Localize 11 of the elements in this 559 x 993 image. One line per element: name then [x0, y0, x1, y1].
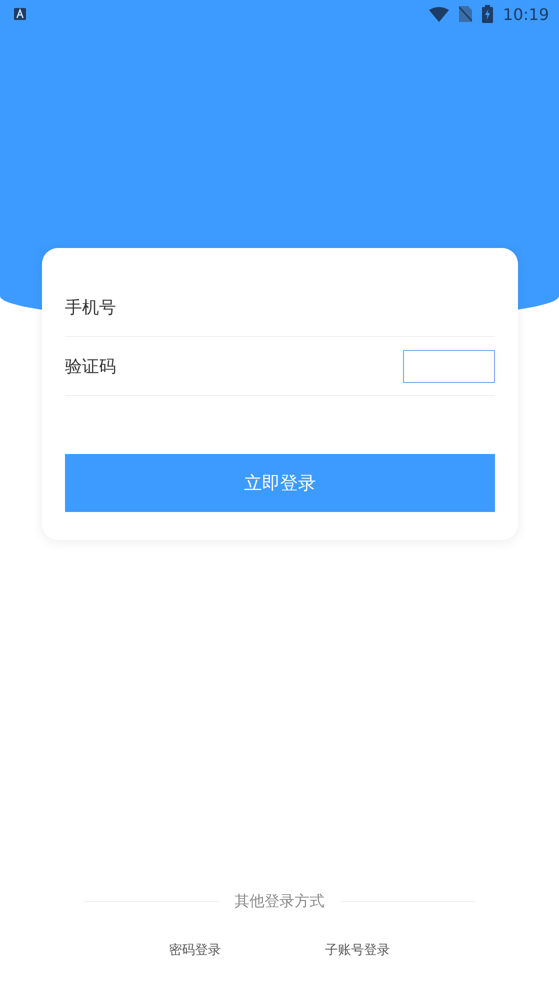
- no-sim-icon: [458, 6, 472, 22]
- field-label: 手机号: [65, 296, 117, 318]
- login-option-link[interactable]: 子账号登录: [325, 941, 390, 959]
- field-label: 验证码: [65, 356, 117, 378]
- battery-charging-icon: [482, 5, 493, 23]
- code-input-field[interactable]: [403, 350, 495, 382]
- other-login-title: 其他登录方式: [234, 892, 324, 911]
- login-option-link[interactable]: 密码登录: [169, 941, 221, 959]
- app-notification-icon: [14, 8, 26, 20]
- status-time: 10:19: [502, 4, 549, 24]
- wifi-icon: [428, 6, 449, 22]
